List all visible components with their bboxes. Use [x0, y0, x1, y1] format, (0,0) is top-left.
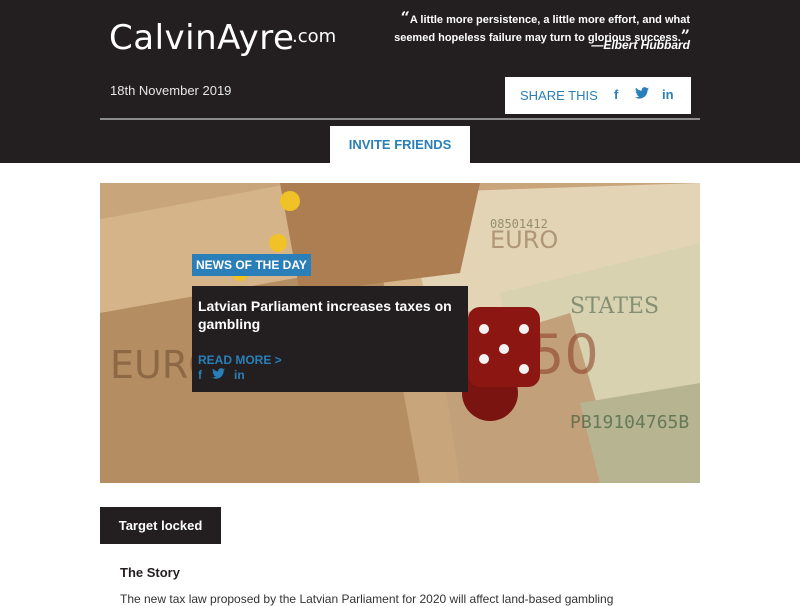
twitter-icon[interactable]	[635, 87, 649, 102]
share-label: SHARE THIS	[520, 88, 598, 103]
featured-story-title[interactable]: Latvian Parliament increases taxes on ga…	[198, 297, 458, 333]
svg-text:50: 50	[530, 323, 599, 386]
calvinayre-logo[interactable]: CalvinAyre	[109, 18, 294, 58]
svg-text:PB19104765B: PB19104765B	[570, 412, 689, 433]
svg-text:08501412: 08501412	[490, 217, 548, 231]
logo-domain-suffix: .com	[292, 26, 337, 47]
linkedin-icon[interactable]: in	[662, 87, 674, 102]
read-more-link[interactable]: READ MORE >	[198, 353, 282, 367]
quote-author: —Elbert Hubbard	[591, 38, 690, 52]
news-of-the-day-badge: NEWS OF THE DAY	[192, 254, 311, 276]
issue-date: 18th November 2019	[110, 83, 232, 98]
linkedin-icon[interactable]: in	[234, 368, 245, 382]
story-text: The new tax law proposed by the Latvian …	[120, 592, 614, 606]
section-label: Target locked	[100, 507, 221, 544]
svg-text:STATES: STATES	[570, 294, 659, 319]
twitter-icon[interactable]	[212, 368, 225, 382]
header-divider	[100, 118, 700, 120]
story-heading: The Story	[120, 565, 180, 580]
facebook-icon[interactable]: f	[198, 368, 202, 382]
featured-story-card: Latvian Parliament increases taxes on ga…	[192, 286, 468, 392]
share-box: SHARE THIS f in	[505, 77, 691, 114]
invite-friends-button[interactable]: INVITE FRIENDS	[330, 126, 470, 163]
email-header: CalvinAyre .com “A little more persisten…	[0, 0, 800, 163]
open-quote-icon: “	[400, 8, 410, 27]
facebook-icon[interactable]: f	[614, 87, 618, 102]
